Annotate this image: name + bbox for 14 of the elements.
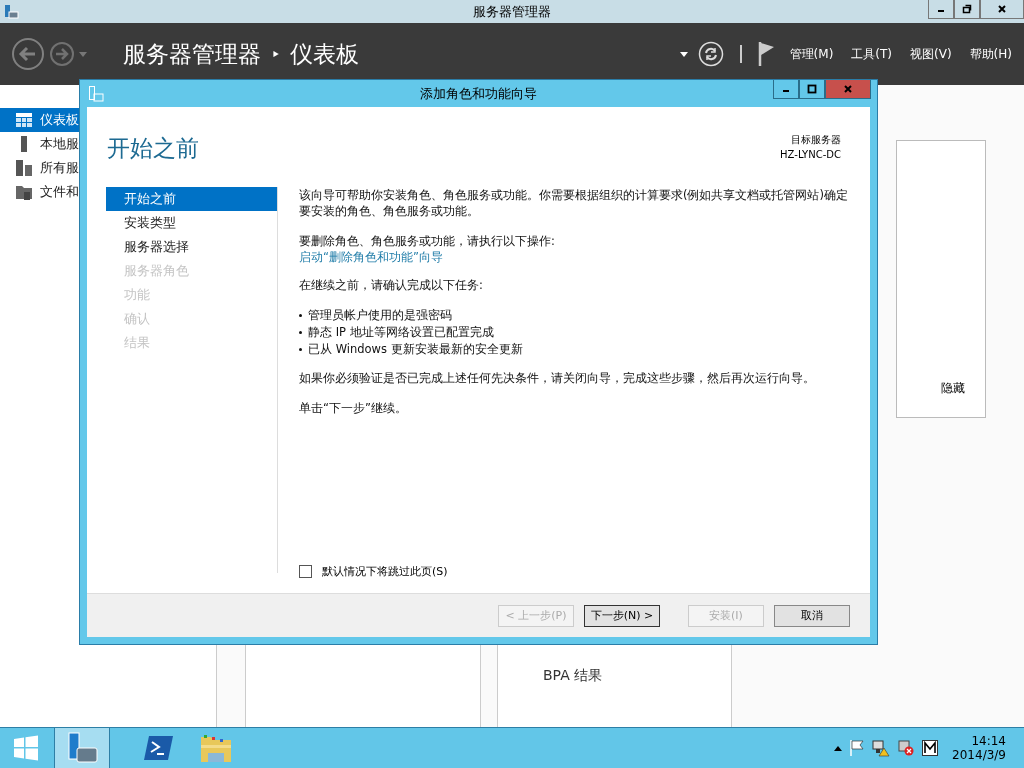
target-server-label: 目标服务器 <box>791 133 841 147</box>
paragraph: 该向导可帮助你安装角色、角色服务或功能。你需要根据组织的计算要求(例如共享文档或托管网站)确定要安装的角色、角色服务或功能。 <box>299 187 849 219</box>
breadcrumb-separator: ‣ <box>271 44 281 64</box>
bullet-item: 静态 IP 地址等网络设置已配置完成 <box>299 324 856 341</box>
bullet-item: 管理员帐户使用的是强密码 <box>299 307 856 324</box>
paragraph: 单击“下一步”继续。 <box>299 400 408 416</box>
bullet-item: 已从 Windows 更新安装最新的安全更新 <box>299 341 856 358</box>
paragraph: 在继续之前，请确认完成以下任务: <box>299 277 484 293</box>
paragraph: 要删除角色、角色服务或功能，请执行以下操作: <box>299 233 556 249</box>
dialog-title: 添加角色和功能向导 <box>419 84 538 103</box>
target-server-name: HZ-LYNC-DC <box>780 149 841 160</box>
paragraph: 如果你必须验证是否已完成上述任何先决条件，请关闭向导，完成这些步骤，然后再次运行向导。 <box>299 370 816 386</box>
window-title: 服务器管理器 <box>472 2 552 21</box>
page-heading: 开始之前 <box>107 134 199 163</box>
